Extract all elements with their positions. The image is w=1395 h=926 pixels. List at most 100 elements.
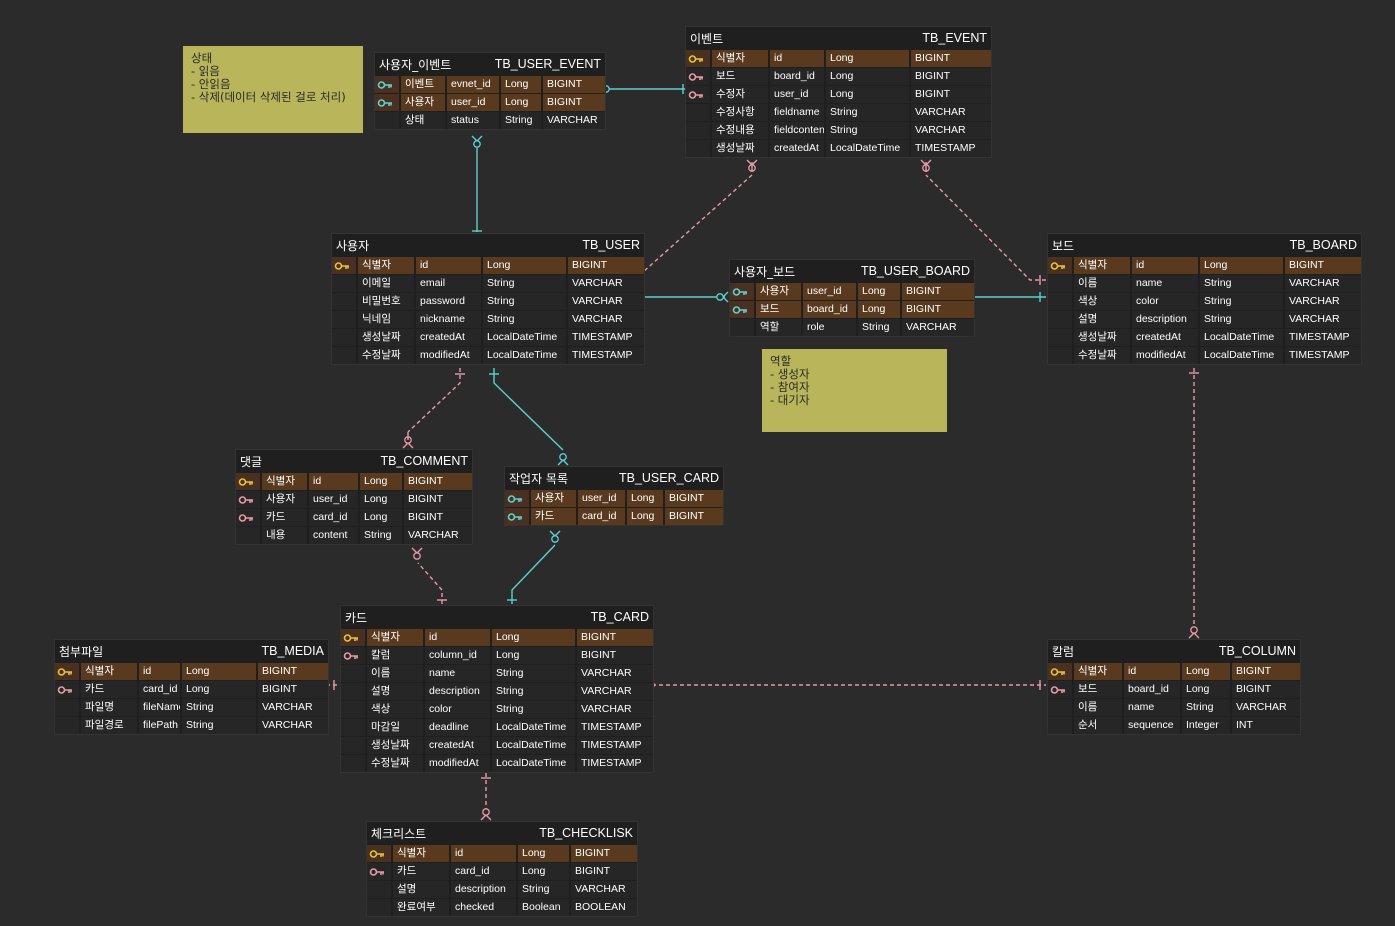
blank-icon	[341, 683, 365, 700]
column-row[interactable]: 생성날짜 createdAt LocalDateTime TIMESTAMP	[332, 328, 644, 346]
column-label: 카드	[260, 509, 307, 526]
entity-header: 카드 TB_CARD	[341, 606, 653, 628]
column-row[interactable]: 수정자 user_id Long BIGINT	[686, 85, 991, 103]
column-row[interactable]: 생성날짜 createdAt LocalDateTime TIMESTAMP	[1048, 328, 1361, 346]
column-row[interactable]: 사용자 user_id Long BIGINT	[375, 93, 605, 111]
entity-tb-user-event[interactable]: 사용자_이벤트 TB_USER_EVENT 이벤트 evnet_id Long BIGIN…	[375, 53, 605, 129]
column-label: 상태	[399, 112, 445, 129]
column-row[interactable]: 사용자 user_id Long BIGINT	[730, 282, 974, 300]
column-row[interactable]: 식별자 id Long BIGINT	[686, 49, 991, 67]
column-row[interactable]: 수정날짜 modifiedAt LocalDateTime TIMESTAMP	[1048, 346, 1361, 364]
column-row[interactable]: 비밀번호 password String VARCHAR	[332, 292, 644, 310]
column-row[interactable]: 이벤트 evnet_id Long BIGINT	[375, 75, 605, 93]
column-row[interactable]: 색상 color String VARCHAR	[341, 700, 653, 718]
sql-type: BIGINT	[1230, 681, 1300, 698]
java-type: String	[824, 122, 909, 139]
column-row[interactable]: 이메일 email String VARCHAR	[332, 274, 644, 292]
entity-tb-user[interactable]: 사용자 TB_USER 식별자 id Long BIGINT 이메일 email String V…	[332, 234, 644, 364]
column-row[interactable]: 식별자 id Long BIGINT	[236, 472, 472, 490]
java-type: Long	[1180, 663, 1230, 680]
column-label: 식별자	[1072, 257, 1130, 274]
column-row[interactable]: 보드 board_id Long BIGINT	[1048, 680, 1300, 698]
entity-tb-comment[interactable]: 댓글 TB_COMMENT 식별자 id Long BIGINT 사용자 user_id Lon…	[236, 450, 472, 544]
column-row[interactable]: 완료여부 checked Boolean BOOLEAN	[367, 898, 637, 916]
column-row[interactable]: 내용 content String VARCHAR	[236, 526, 472, 544]
column-row[interactable]: 칼럼 column_id Long BIGINT	[341, 646, 653, 664]
column-row[interactable]: 색상 color String VARCHAR	[1048, 292, 1361, 310]
column-row[interactable]: 수정날짜 modifiedAt LocalDateTime TIMESTAMP	[332, 346, 644, 364]
foreign-key-icon	[236, 491, 260, 508]
column-label: 수정사항	[710, 104, 768, 121]
column-row[interactable]: 수정날짜 modifiedAt LocalDateTime TIMESTAMP	[341, 754, 653, 772]
entity-tb-column[interactable]: 칼럼 TB_COLUMN 식별자 id Long BIGINT 보드 board_id Long…	[1048, 640, 1300, 734]
column-row[interactable]: 수정내용 fieldcontent String VARCHAR	[686, 121, 991, 139]
column-row[interactable]: 카드 card_id Long BIGINT	[505, 507, 723, 525]
entity-tb-event[interactable]: 이벤트 TB_EVENT 식별자 id Long BIGINT 보드 board_id Long…	[686, 27, 991, 157]
column-label: 사용자	[529, 490, 576, 507]
column-row[interactable]: 보드 board_id Long BIGINT	[730, 300, 974, 318]
entity-tb-card[interactable]: 카드 TB_CARD 식별자 id Long BIGINT 칼럼 column_id Long B…	[341, 606, 653, 772]
column-name: id	[449, 845, 516, 862]
primary-key-icon	[686, 50, 710, 67]
sql-type: VARCHAR	[402, 527, 472, 544]
entity-tb-user-board[interactable]: 사용자_보드 TB_USER_BOARD 사용자 user_id Long BIGINT 보…	[730, 260, 974, 336]
column-row[interactable]: 식별자 id Long BIGINT	[1048, 256, 1361, 274]
column-row[interactable]: 보드 board_id Long BIGINT	[686, 67, 991, 85]
column-row[interactable]: 카드 card_id Long BIGINT	[236, 508, 472, 526]
column-row[interactable]: 수정사항 fieldname String VARCHAR	[686, 103, 991, 121]
column-row[interactable]: 이름 name String VARCHAR	[1048, 274, 1361, 292]
sql-type: BIGINT	[900, 283, 974, 300]
blank-icon	[55, 717, 79, 734]
table-name: TB_USER_CARD	[618, 471, 719, 485]
rel-card-comment	[417, 562, 443, 604]
column-label: 설명	[365, 683, 423, 700]
sql-type: BIGINT	[909, 68, 991, 85]
java-type: Long	[516, 845, 569, 862]
rel-user-user-card	[493, 368, 564, 451]
column-row[interactable]: 이름 name String VARCHAR	[1048, 698, 1300, 716]
column-row[interactable]: 설명 description String VARCHAR	[1048, 310, 1361, 328]
column-row[interactable]: 순서 sequence Integer INT	[1048, 716, 1300, 734]
java-type: Long	[856, 301, 900, 318]
column-row[interactable]: 닉네임 nickname String VARCHAR	[332, 310, 644, 328]
column-label: 식별자	[710, 50, 768, 67]
column-row[interactable]: 설명 description String VARCHAR	[341, 682, 653, 700]
column-row[interactable]: 식별자 id Long BIGINT	[367, 844, 637, 862]
column-row[interactable]: 사용자 user_id Long BIGINT	[236, 490, 472, 508]
column-label: 이메일	[356, 275, 414, 292]
column-row[interactable]: 식별자 id Long BIGINT	[1048, 662, 1300, 680]
column-label: 파일명	[79, 699, 137, 716]
entity-tb-board[interactable]: 보드 TB_BOARD 식별자 id Long BIGINT 이름 name String VAR…	[1048, 234, 1361, 364]
column-name: content	[307, 527, 358, 544]
column-name: status	[445, 112, 499, 129]
column-label: 이름	[365, 665, 423, 682]
column-row[interactable]: 식별자 id Long BIGINT	[55, 662, 328, 680]
column-row[interactable]: 식별자 id Long BIGINT	[332, 256, 644, 274]
column-row[interactable]: 식별자 id Long BIGINT	[341, 628, 653, 646]
column-name: id	[307, 473, 358, 490]
column-name: id	[768, 50, 824, 67]
column-row[interactable]: 상태 status String VARCHAR	[375, 111, 605, 129]
column-row[interactable]: 이름 name String VARCHAR	[341, 664, 653, 682]
entity-tb-user-card[interactable]: 작업자 목록 TB_USER_CARD 사용자 user_id Long BIGINT 카드…	[505, 467, 723, 525]
column-row[interactable]: 카드 card_id Long BIGINT	[55, 680, 328, 698]
column-name: column_id	[423, 647, 490, 664]
column-row[interactable]: 사용자 user_id Long BIGINT	[505, 489, 723, 507]
table-name: TB_MEDIA	[261, 644, 324, 658]
column-row[interactable]: 생성날짜 createdAt LocalDateTime TIMESTAMP	[686, 139, 991, 157]
column-row[interactable]: 카드 card_id Long BIGINT	[367, 862, 637, 880]
entity-tb-media[interactable]: 첨부파일 TB_MEDIA 식별자 id Long BIGINT 카드 card_id Long…	[55, 640, 328, 734]
blank-icon	[367, 899, 391, 916]
column-row[interactable]: 파일경로 filePath String VARCHAR	[55, 716, 328, 734]
column-row[interactable]: 파일명fileNameStringVARCHAR	[55, 698, 328, 716]
column-label: 비밀번호	[356, 293, 414, 310]
entity-tb-checklist[interactable]: 체크리스트 TB_CHECKLISK 식별자 id Long BIGINT 카드 card_i…	[367, 822, 637, 916]
column-row[interactable]: 설명 description String VARCHAR	[367, 880, 637, 898]
sql-type: VARCHAR	[566, 293, 644, 310]
column-row[interactable]: 생성날짜 createdAt LocalDateTime TIMESTAMP	[341, 736, 653, 754]
java-type: LocalDateTime	[490, 719, 575, 736]
column-name: user_id	[576, 490, 625, 507]
blank-icon	[332, 293, 356, 310]
column-row[interactable]: 역할 role String VARCHAR	[730, 318, 974, 336]
column-row[interactable]: 마감일 deadline LocalDateTime TIMESTAMP	[341, 718, 653, 736]
